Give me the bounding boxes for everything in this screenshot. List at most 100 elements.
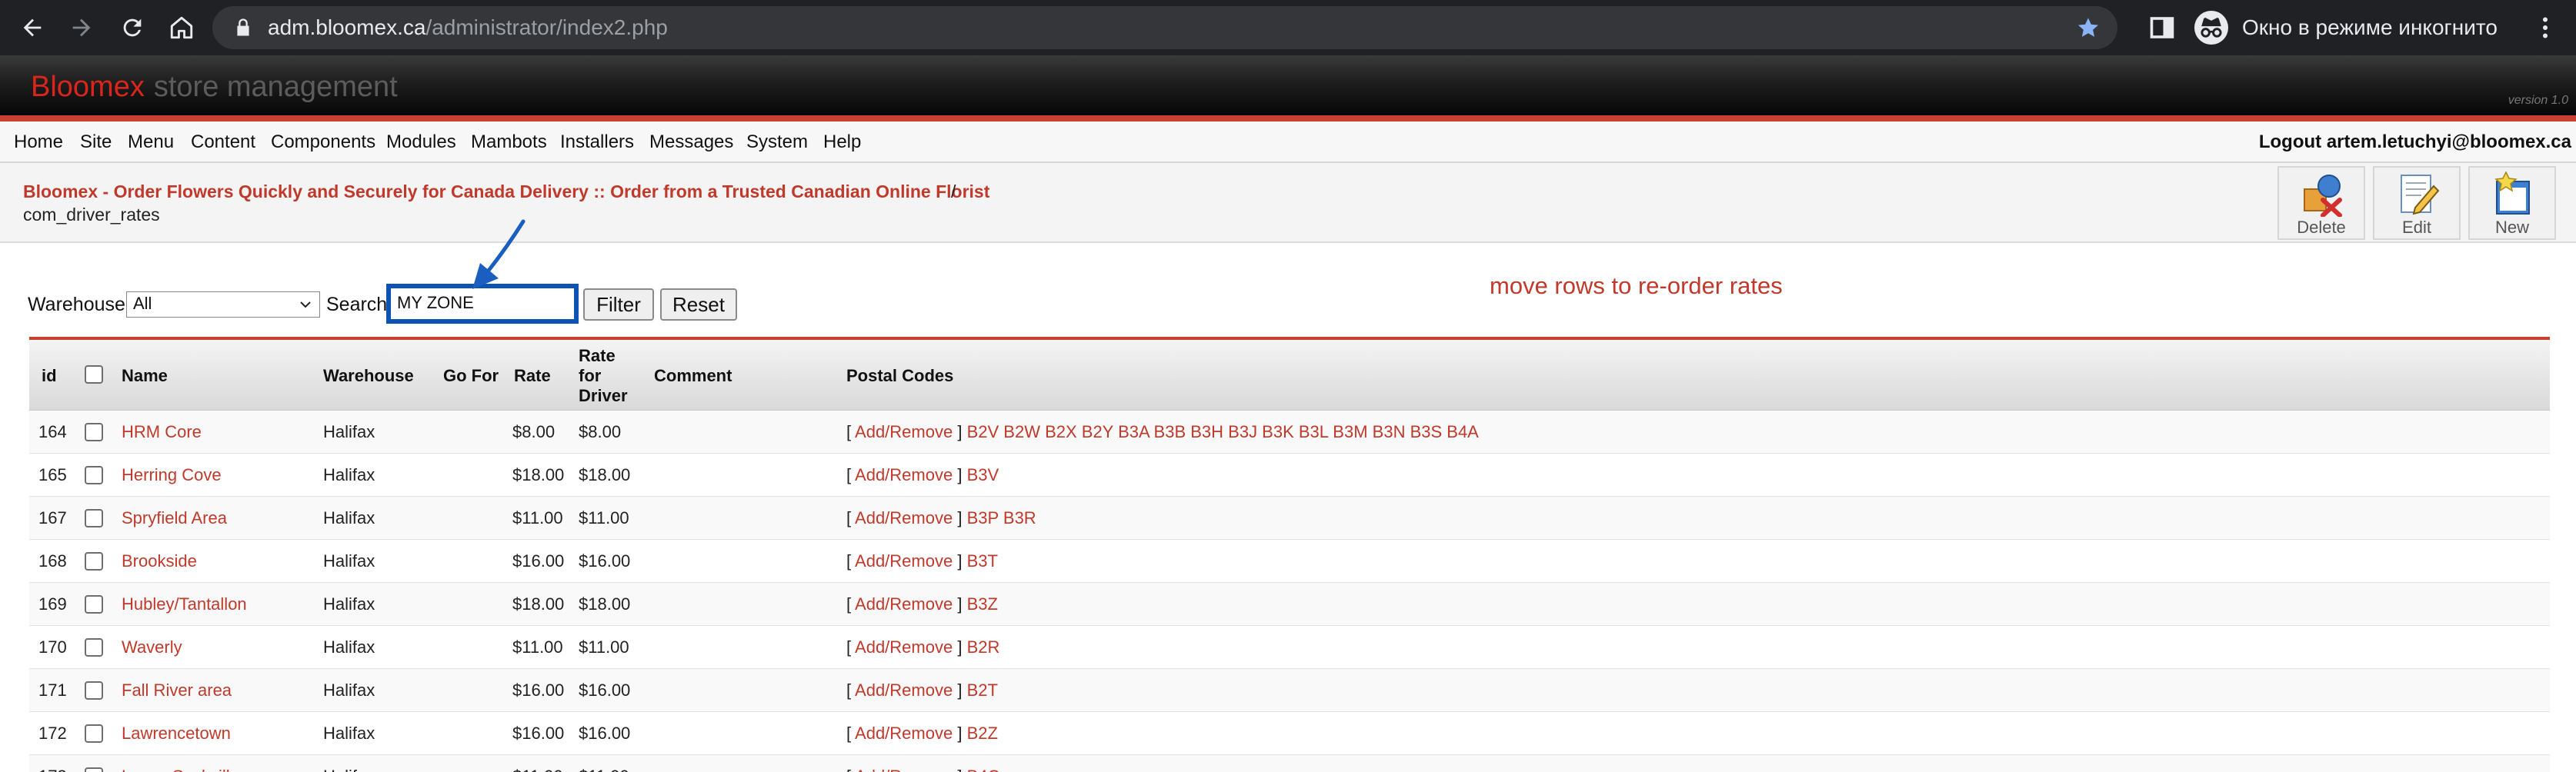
delete-button[interactable]: Delete (2277, 166, 2365, 240)
row-checkbox[interactable] (85, 466, 103, 484)
postal-codes-link[interactable]: B3Z (967, 594, 998, 614)
menu-item-content[interactable]: Content (191, 129, 255, 155)
reset-button[interactable]: Reset (660, 288, 737, 321)
row-checkbox[interactable] (85, 681, 103, 700)
menu-item-mambots[interactable]: Mambots (471, 129, 547, 155)
col-name[interactable]: Name (122, 366, 168, 386)
filter-button[interactable]: Filter (583, 288, 654, 321)
postal-codes-link[interactable]: B3T (967, 551, 998, 571)
menu-item-messages[interactable]: Messages (649, 129, 733, 155)
menu-item-installers[interactable]: Installers (560, 129, 634, 155)
row-postal-cell: [ Add/Remove ] B4C (846, 766, 999, 772)
postal-codes-link[interactable]: B2Z (967, 724, 998, 743)
row-name-link[interactable]: Fall River area (122, 680, 232, 701)
warehouse-selected-value: All (133, 294, 152, 313)
bracket-close: ] (957, 508, 963, 527)
address-bar[interactable]: adm.bloomex.ca/administrator/index2.php (212, 6, 2117, 49)
pathway-component: com_driver_rates (23, 205, 160, 225)
row-checkbox[interactable] (85, 638, 103, 657)
row-name-link[interactable]: Lawrencetown (122, 723, 231, 744)
col-warehouse[interactable]: Warehouse (323, 366, 414, 386)
incognito-icon[interactable] (2194, 11, 2228, 45)
row-rate: $11.00 (512, 766, 563, 772)
row-checkbox[interactable] (85, 595, 103, 614)
postal-codes-link[interactable]: B2V B2W B2X B2Y B3A B3B B3H B3J B3K B3L … (967, 422, 1479, 441)
new-button[interactable]: New (2468, 166, 2556, 240)
col-rate-driver-line2[interactable]: for (579, 366, 601, 386)
add-remove-link[interactable]: Add/Remove (855, 465, 953, 484)
reload-button[interactable] (115, 11, 149, 45)
row-name-link[interactable]: Brookside (122, 551, 197, 572)
table-row: 164 HRM Core Halifax $8.00 $8.00 [ Add/R… (29, 411, 2550, 454)
add-remove-link[interactable]: Add/Remove (855, 551, 953, 571)
home-button[interactable] (165, 11, 199, 45)
url-text[interactable]: adm.bloomex.ca/administrator/index2.php (268, 14, 668, 42)
bracket-open: [ (846, 508, 852, 527)
browser-toolbar: adm.bloomex.ca/administrator/index2.php … (0, 0, 2576, 55)
forward-button[interactable] (65, 11, 98, 45)
col-rate[interactable]: Rate (514, 366, 551, 386)
bookmark-star-icon[interactable] (2076, 15, 2101, 40)
postal-codes-link[interactable]: B3P B3R (967, 508, 1036, 527)
browser-menu-icon[interactable] (2531, 11, 2559, 45)
menu-item-home[interactable]: Home (14, 129, 63, 155)
postal-codes-link[interactable]: B2T (967, 680, 998, 700)
table-row: 173 Lower Sackville Halifax $11.00 $11.0… (29, 755, 2550, 772)
col-postal-codes[interactable]: Postal Codes (846, 366, 953, 386)
row-name-link[interactable]: HRM Core (122, 421, 202, 443)
pathway-site-link[interactable]: Bloomex - Order Flowers Quickly and Secu… (23, 180, 989, 203)
row-driver-rate: $18.00 (579, 594, 631, 614)
bracket-close: ] (957, 465, 963, 484)
col-comment[interactable]: Comment (654, 366, 732, 386)
add-remove-link[interactable]: Add/Remove (855, 594, 953, 614)
row-name-link[interactable]: Waverly (122, 637, 182, 658)
postal-codes-link[interactable]: B3V (967, 465, 999, 484)
back-button[interactable] (15, 11, 49, 45)
admin-header: Bloomex store management version 1.0 (0, 55, 2576, 117)
row-name-link[interactable]: Hubley/Tantallon (122, 594, 247, 615)
row-checkbox[interactable] (85, 552, 103, 571)
col-rate-driver-line1[interactable]: Rate (579, 346, 616, 366)
row-postal-cell: [ Add/Remove ] B2Z (846, 723, 998, 744)
row-name-link[interactable]: Herring Cove (122, 464, 222, 486)
edit-button[interactable]: Edit (2373, 166, 2461, 240)
row-name-link[interactable]: Lower Sackville (122, 766, 239, 772)
brand-subtitle: store management (153, 71, 398, 103)
header-divider (0, 115, 2576, 121)
add-remove-link[interactable]: Add/Remove (855, 767, 953, 772)
select-all-checkbox[interactable] (85, 365, 103, 384)
logout-link[interactable]: Logout artem.letuchyi@bloomex.ca (2259, 129, 2571, 155)
add-remove-link[interactable]: Add/Remove (855, 724, 953, 743)
col-id[interactable]: id (42, 366, 57, 386)
warehouse-select[interactable]: All (126, 291, 320, 318)
menu-item-menu[interactable]: Menu (128, 129, 174, 155)
row-checkbox[interactable] (85, 509, 103, 527)
row-checkbox[interactable] (85, 423, 103, 441)
menu-item-components[interactable]: Components (271, 129, 375, 155)
bracket-close: ] (957, 637, 963, 657)
postal-codes-link[interactable]: B4C (967, 767, 1000, 772)
row-warehouse: Halifax (323, 766, 375, 772)
row-name-link[interactable]: Spryfield Area (122, 507, 227, 529)
col-rate-driver-line3[interactable]: Driver (579, 386, 628, 406)
menu-item-modules[interactable]: Modules (386, 129, 456, 155)
forward-arrow-icon (72, 18, 91, 37)
add-remove-link[interactable]: Add/Remove (855, 422, 953, 441)
add-remove-link[interactable]: Add/Remove (855, 680, 953, 700)
col-go-for[interactable]: Go For (443, 366, 499, 386)
chevron-down-icon (300, 301, 311, 308)
annotation-arrow-icon (472, 219, 526, 289)
menu-item-help[interactable]: Help (823, 129, 861, 155)
row-checkbox[interactable] (85, 767, 103, 772)
bracket-open: [ (846, 724, 852, 743)
menu-item-site[interactable]: Site (80, 129, 112, 155)
menu-item-system[interactable]: System (746, 129, 808, 155)
add-remove-link[interactable]: Add/Remove (855, 637, 953, 657)
edit-label: Edit (2402, 218, 2431, 237)
bracket-open: [ (846, 637, 852, 657)
row-checkbox[interactable] (85, 724, 103, 743)
add-remove-link[interactable]: Add/Remove (855, 508, 953, 527)
side-panel-icon[interactable] (2148, 14, 2176, 42)
new-icon (2494, 171, 2530, 215)
postal-codes-link[interactable]: B2R (967, 637, 1000, 657)
